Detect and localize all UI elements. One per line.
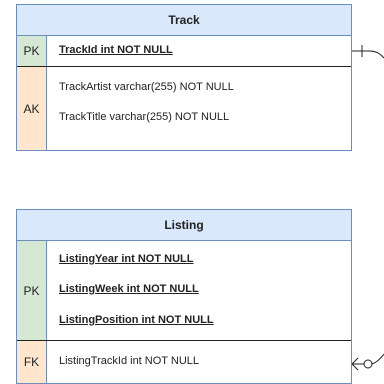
relationship-connectors <box>351 45 384 371</box>
listing-many-marker <box>351 353 384 371</box>
track-one-marker <box>352 45 384 59</box>
